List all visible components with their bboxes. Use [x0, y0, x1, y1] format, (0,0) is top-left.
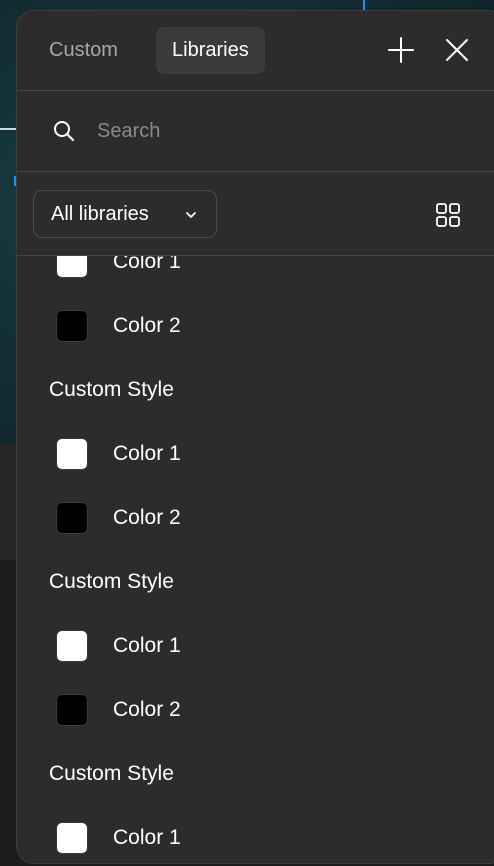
style-group-header: Custom Style	[17, 358, 494, 422]
color-style-label: Color 1	[113, 826, 181, 849]
color-style-label: Color 1	[113, 442, 181, 465]
color-swatch	[56, 502, 88, 534]
search-input[interactable]	[97, 113, 477, 149]
style-group-title: Custom Style	[49, 570, 174, 593]
plus-icon	[388, 37, 414, 63]
add-button[interactable]	[386, 35, 416, 65]
search-bar	[17, 91, 494, 171]
color-style-label: Color 1	[113, 634, 181, 657]
color-swatch	[56, 438, 88, 470]
color-style-label: Color 2	[113, 698, 181, 721]
color-swatch	[56, 694, 88, 726]
color-swatch	[56, 630, 88, 662]
color-style-item[interactable]: Color 2	[17, 294, 494, 358]
color-style-label: Color 2	[113, 314, 181, 337]
color-style-item[interactable]: Color 1	[17, 256, 494, 294]
search-icon	[51, 118, 77, 144]
color-style-list: Color 1 Color 2 Custom Style Color 1 Col…	[17, 256, 494, 863]
tab-custom[interactable]: Custom	[33, 27, 134, 74]
library-filter-dropdown[interactable]: All libraries	[33, 190, 217, 238]
grid-view-icon	[436, 203, 460, 227]
color-swatch	[56, 310, 88, 342]
library-filter-label: All libraries	[51, 203, 149, 225]
color-style-list-content: Color 1 Color 2 Custom Style Color 1 Col…	[17, 256, 494, 863]
color-style-label: Color 2	[113, 506, 181, 529]
close-button[interactable]	[442, 35, 472, 65]
style-group-title: Custom Style	[49, 762, 174, 785]
tab-libraries[interactable]: Libraries	[156, 27, 265, 74]
color-style-item[interactable]: Color 2	[17, 678, 494, 742]
style-group-header: Custom Style	[17, 550, 494, 614]
color-swatch	[56, 822, 88, 854]
color-style-item[interactable]: Color 2	[17, 486, 494, 550]
color-style-item[interactable]: Color 1	[17, 806, 494, 863]
color-swatch	[56, 256, 88, 278]
close-icon	[446, 39, 468, 61]
style-group-header: Custom Style	[17, 742, 494, 806]
libraries-panel: Custom Libraries All libraries	[16, 10, 494, 864]
filter-row: All libraries	[17, 172, 494, 255]
color-style-item[interactable]: Color 1	[17, 614, 494, 678]
grid-view-button[interactable]	[433, 200, 463, 230]
chevron-down-icon	[184, 208, 198, 222]
color-style-label: Color 1	[113, 256, 181, 273]
style-group-title: Custom Style	[49, 378, 174, 401]
color-style-item[interactable]: Color 1	[17, 422, 494, 486]
panel-header: Custom Libraries	[17, 11, 494, 90]
